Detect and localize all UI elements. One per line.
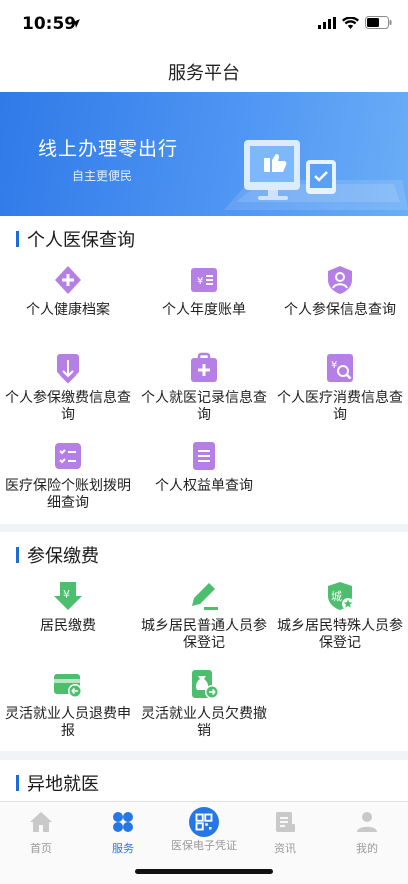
tab-label: 资讯	[274, 842, 296, 855]
grid-item-label: 个人健康档案	[26, 302, 110, 318]
section-remote: 异地就医	[0, 760, 408, 801]
section-marker	[16, 547, 19, 563]
section-personal: 个人医保查询 个人健康档案 ¥ 个人年度账单 个人参保信息查询 个人参保缴费信息…	[0, 216, 408, 524]
section-header: 个人医保查询	[16, 230, 135, 251]
grid-item-refund[interactable]: 灵活就业人员退费申报	[0, 668, 136, 740]
grid-item-arrears-cancel[interactable]: 灵活就业人员欠费撤销	[136, 668, 272, 740]
tab-news[interactable]: 资讯	[244, 810, 326, 856]
profile-icon	[357, 812, 377, 832]
grid-item-annual-bill[interactable]: ¥ 个人年度账单	[136, 264, 272, 319]
tab-home[interactable]: 首页	[0, 810, 82, 856]
tab-e-certificate[interactable]: 医保电子凭证	[163, 807, 245, 853]
annual-bill-icon: ¥	[191, 268, 217, 292]
wifi-icon	[342, 16, 359, 29]
banner-title: 线上办理零出行	[38, 138, 179, 160]
section-title: 参保缴费	[27, 546, 99, 567]
tab-label: 医保电子凭证	[171, 839, 237, 852]
home-indicator	[135, 869, 273, 874]
svg-text:城: 城	[331, 590, 342, 603]
home-icon	[30, 812, 52, 832]
health-record-icon	[55, 266, 81, 294]
grid-item-special-register[interactable]: 城 城乡居民特殊人员参保登记	[272, 580, 408, 652]
resident-payment-icon: ¥	[54, 582, 82, 610]
grid-item-label: 个人参保信息查询	[284, 302, 396, 318]
section-payment: 参保缴费 ¥ 居民缴费 城乡居民普通人员参保登记 城 城乡居民特殊人员参保登记 …	[0, 532, 408, 751]
status-icons	[318, 16, 392, 29]
battery-icon	[365, 16, 392, 29]
status-bar: 10:59	[0, 0, 408, 50]
page-title: 服务平台	[168, 63, 240, 84]
svg-text:¥: ¥	[331, 360, 337, 371]
refund-card-icon	[54, 674, 82, 698]
grid-item-label: 个人权益单查询	[155, 478, 253, 494]
nav-bar: 服务平台	[0, 50, 408, 92]
computer-illustration-icon	[224, 140, 408, 210]
news-icon	[276, 812, 295, 832]
edit-register-icon	[192, 583, 218, 610]
service-icon	[113, 812, 133, 832]
tab-label: 首页	[30, 842, 52, 855]
grid-item-medical-record[interactable]: 个人就医记录信息查询	[136, 352, 272, 424]
grid-item-label: 城乡居民普通人员参保登记	[141, 618, 267, 651]
grid-item-label: 个人医疗消费信息查询	[277, 390, 403, 423]
grid-item-label: 灵活就业人员欠费撤销	[141, 706, 267, 739]
insured-person-icon	[328, 266, 352, 294]
grid-item-label: 灵活就业人员退费申报	[5, 706, 131, 739]
payment-info-icon	[57, 354, 79, 384]
grid-item-payment-info[interactable]: 个人参保缴费信息查询	[0, 352, 136, 424]
tab-label: 我的	[356, 842, 378, 855]
signal-icon	[318, 16, 336, 29]
special-register-icon: 城	[328, 582, 354, 610]
consumption-icon: ¥	[327, 354, 353, 382]
banner-subtitle: 自主更便民	[72, 169, 133, 183]
section-title: 异地就医	[27, 774, 99, 795]
grid-item-normal-register[interactable]: 城乡居民普通人员参保登记	[136, 580, 272, 652]
grid-item-label: 个人年度账单	[162, 302, 246, 318]
qr-code-icon	[189, 807, 219, 837]
tab-service[interactable]: 服务	[82, 810, 164, 856]
grid-item-insured-info[interactable]: 个人参保信息查询	[272, 264, 408, 319]
section-marker	[16, 775, 19, 791]
grid-item-label: 城乡居民特殊人员参保登记	[277, 618, 403, 651]
section-marker	[16, 231, 19, 247]
tab-mine[interactable]: 我的	[326, 810, 408, 856]
section-header: 参保缴费	[16, 546, 99, 567]
svg-text:¥: ¥	[63, 588, 70, 601]
banner[interactable]: 线上办理零出行 自主更便民	[0, 92, 408, 216]
grid-item-consumption[interactable]: ¥ 个人医疗消费信息查询	[272, 352, 408, 424]
status-time: 10:59	[22, 14, 77, 34]
grid-item-resident-payment[interactable]: ¥ 居民缴费	[0, 580, 136, 635]
svg-text:¥: ¥	[197, 276, 203, 287]
grid-item-label: 医疗保险个账划拨明细查询	[5, 478, 131, 511]
location-arrow-icon	[71, 19, 80, 28]
medical-record-icon	[191, 352, 217, 382]
grid-item-account-transfer[interactable]: 医疗保险个账划拨明细查询	[0, 440, 136, 512]
tab-label: 服务	[112, 842, 134, 855]
section-title: 个人医保查询	[27, 230, 135, 251]
arrears-cancel-icon	[192, 670, 219, 699]
rights-doc-icon	[193, 442, 215, 470]
account-transfer-icon	[55, 443, 81, 469]
grid-item-rights-doc[interactable]: 个人权益单查询	[136, 440, 272, 495]
grid-item-label: 居民缴费	[40, 618, 96, 634]
grid-item-label: 个人就医记录信息查询	[141, 390, 267, 423]
grid-item-label: 个人参保缴费信息查询	[5, 390, 131, 423]
grid-item-health-record[interactable]: 个人健康档案	[0, 264, 136, 319]
section-header: 异地就医	[16, 774, 99, 795]
